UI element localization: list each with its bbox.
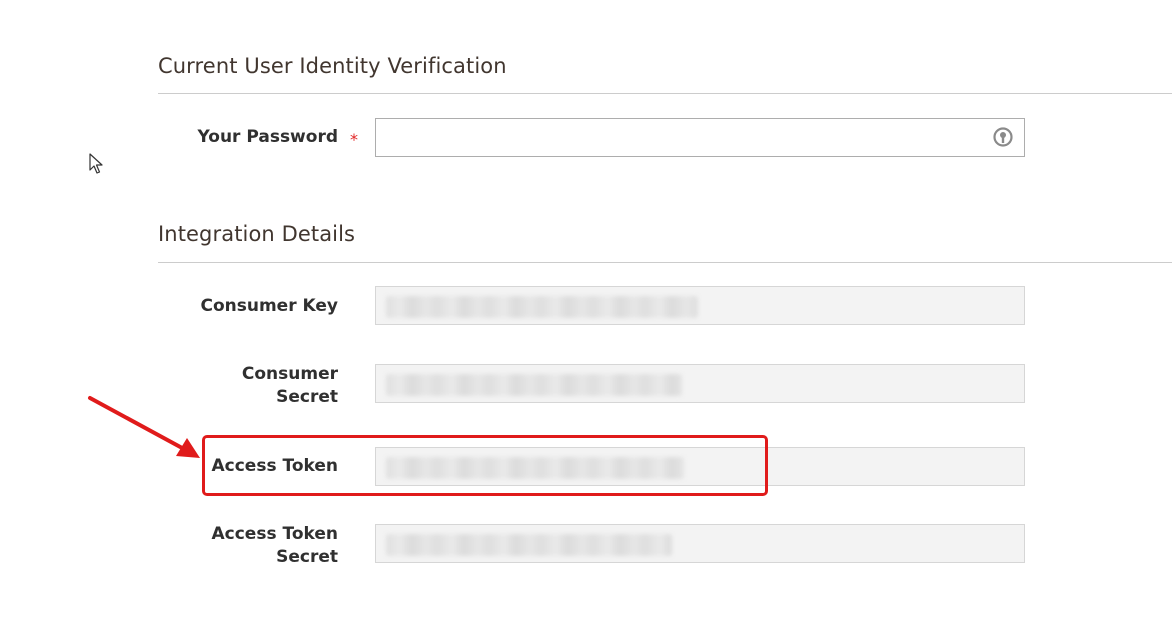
- redacted-value: [386, 374, 682, 396]
- section-divider: [158, 262, 1172, 263]
- password-input[interactable]: [375, 118, 1025, 157]
- access-token-secret-label-line1: Access Token: [211, 524, 339, 544]
- consumer-secret-field[interactable]: [375, 364, 1025, 403]
- mouse-pointer-icon: [89, 153, 103, 174]
- annotation-arrow-icon: [88, 396, 200, 458]
- annotation-highlight-box: [202, 435, 768, 496]
- section-divider: [158, 93, 1172, 94]
- access-token-secret-label-line2: Secret: [276, 547, 338, 567]
- section-title-integration: Integration Details: [158, 222, 356, 246]
- consumer-key-label: Consumer Key: [200, 296, 338, 316]
- redacted-value: [386, 296, 698, 318]
- access-token-secret-label: Access Token Secret: [158, 523, 339, 569]
- password-label: Your Password: [197, 127, 338, 147]
- page: Current User Identity Verification Your …: [0, 0, 1172, 624]
- redacted-value: [386, 534, 672, 556]
- required-indicator: *: [350, 130, 358, 149]
- access-token-secret-field[interactable]: [375, 524, 1025, 563]
- consumer-key-field[interactable]: [375, 286, 1025, 325]
- section-title-identity: Current User Identity Verification: [158, 54, 507, 78]
- password-manager-icon[interactable]: [992, 126, 1014, 148]
- consumer-secret-label-line1: Consumer: [241, 364, 338, 384]
